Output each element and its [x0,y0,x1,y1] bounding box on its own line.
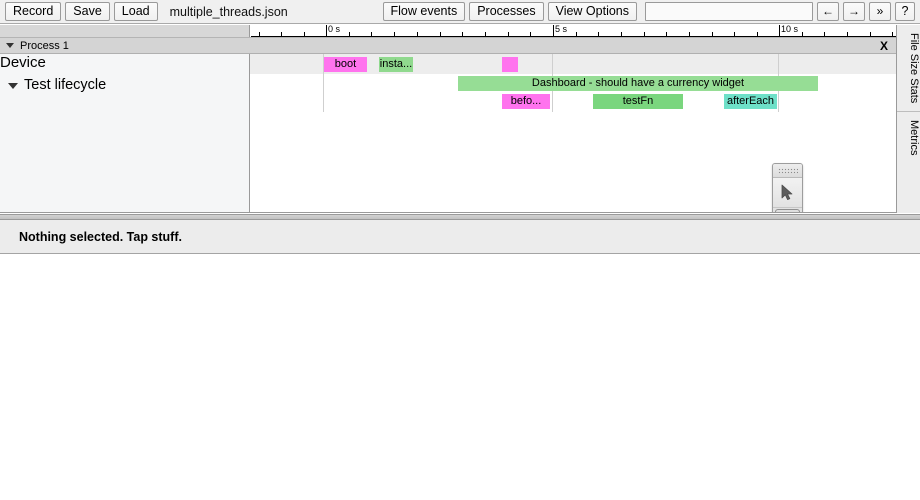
ruler-tick-minor [417,32,418,36]
tab-file-size-stats[interactable]: File Size Stats [897,25,920,111]
ruler-gutter [0,25,250,37]
toolbar-right-group: Flow events Processes View Options ← → »… [381,2,917,21]
record-button[interactable]: Record [5,2,62,21]
track-empty-area [0,112,896,212]
ruler-tick-minor [462,32,463,36]
track-body-test-lifecycle[interactable]: Dashboard - should have a currency widge… [250,74,896,112]
timeline-slice[interactable]: Dashboard - should have a currency widge… [458,76,818,91]
overflow-menu-button[interactable]: » [869,2,891,21]
search-next-button[interactable]: → [843,2,865,21]
help-button[interactable]: ? [895,2,915,21]
processes-button[interactable]: Processes [469,2,544,21]
timeline-slice[interactable]: afterEach [724,94,777,109]
track-row-test-lifecycle: Test lifecycle Dashboard - should have a… [0,74,896,112]
ruler-tick-minor [689,32,690,36]
process-group-title: Process 1 [20,39,69,52]
ruler-tick-minor [621,32,622,36]
search-prev-button[interactable]: ← [817,2,839,21]
ruler-tick-minor [666,32,667,36]
ruler-tick-minor [394,32,395,36]
ruler-tick-minor [304,32,305,36]
ruler-tick-minor [508,32,509,36]
tool-palette [772,163,803,212]
flow-events-button[interactable]: Flow events [382,2,466,21]
ruler-tick-minor [734,32,735,36]
process-group-header[interactable]: Process 1 X [0,37,896,54]
ruler-tick-label: 0 s [328,25,341,34]
drag-grip-handle[interactable] [773,164,802,178]
timeline-slice[interactable]: testFn [593,94,683,109]
timeline-slice[interactable]: insta... [379,57,413,72]
ruler-tick-minor [259,32,260,36]
ruler-tick-minor [644,32,645,36]
ruler-tick-minor [712,32,713,36]
chevron-down-icon[interactable] [6,43,14,48]
track-label-device: Device [0,54,46,71]
ruler-tick-minor [757,32,758,36]
ruler-tick-minor [598,32,599,36]
view-options-button[interactable]: View Options [547,2,637,21]
ruler-tick-minor [371,32,372,36]
save-button[interactable]: Save [65,2,110,21]
track-panel: Process 1 X Device boot insta... Test lif… [0,37,896,213]
cursor-arrow-icon [781,184,793,200]
track-rows: Device boot insta... Test lifecycle Dashb… [0,54,896,212]
ruler-tick-label: 10 s [781,25,799,34]
ruler-tick-minor [802,32,803,36]
tab-metrics[interactable]: Metrics [897,111,920,163]
track-head-device[interactable]: Device [0,54,250,74]
load-button[interactable]: Load [113,2,158,21]
close-icon[interactable]: X [880,38,888,54]
ruler-tick-label: 5 s [555,25,568,34]
time-ruler[interactable]: 0 s 5 s 10 s [0,25,896,37]
ruler-tick-minor [870,32,871,36]
timeline-gridline [323,74,324,112]
timeline-slice[interactable]: boot [324,57,367,72]
trace-viewer-app: Record Save Load multiple_threads.json F… [0,0,920,500]
top-toolbar: Record Save Load multiple_threads.json F… [0,0,920,24]
detail-pane: Nothing selected. Tap stuff. [0,220,920,254]
track-row-device: Device boot insta... [0,54,896,74]
trace-file-title: multiple_threads.json [169,4,288,19]
ruler-tick-minor [576,32,577,36]
track-empty-head [0,112,250,212]
ruler-tick-minor [485,32,486,36]
right-tab-strip: File Size Stats Metrics [896,25,920,213]
timeline-slice[interactable]: befo... [502,94,550,109]
ruler-tick-minor [349,32,350,36]
search-input[interactable] [645,2,813,21]
pan-tool-button[interactable] [775,209,800,212]
track-body-device[interactable]: boot insta... [250,54,896,74]
ruler-tick-minor [824,32,825,36]
timeline-slice[interactable] [502,57,518,72]
ruler-face[interactable]: 0 s 5 s 10 s [251,25,896,37]
select-tool-button[interactable] [773,178,802,208]
timeline-gridline [552,54,553,74]
page-background [0,255,920,500]
ruler-tick-minor [530,32,531,36]
track-head-test-lifecycle[interactable]: Test lifecycle [0,74,250,112]
ruler-tick-minor [440,32,441,36]
grip-dots-icon [777,167,798,174]
chevron-down-icon[interactable] [8,83,18,89]
timeline-gridline [778,54,779,74]
track-label-test-lifecycle: Test lifecycle [24,77,107,93]
ruler-tick-minor [847,32,848,36]
ruler-tick-minor [281,32,282,36]
ruler-tick-minor [892,32,893,36]
selection-status-text: Nothing selected. Tap stuff. [19,229,182,244]
